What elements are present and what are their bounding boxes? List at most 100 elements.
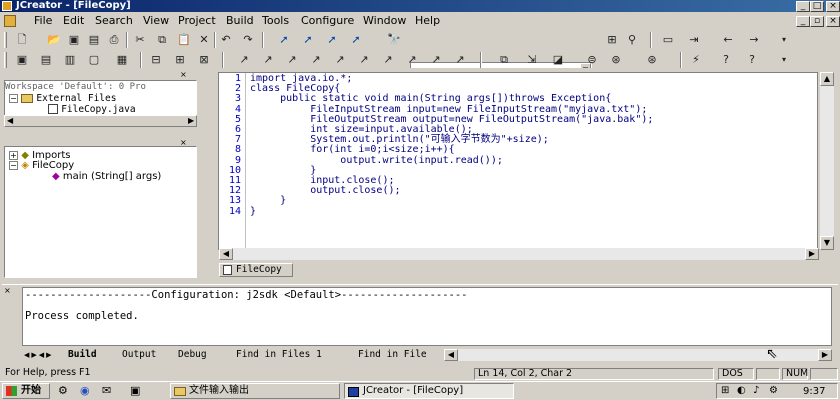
panel-icon[interactable]: ▦	[114, 52, 130, 68]
undo-icon[interactable]: ↶	[218, 32, 234, 48]
window-icon[interactable]: ⧉	[496, 52, 512, 68]
workspace-hscroll[interactable]: ◀ ▶	[4, 115, 197, 127]
panel-close-icon[interactable]: ×	[4, 286, 11, 295]
scroll-up-icon[interactable]: ▲	[820, 72, 834, 86]
scroll-left-icon[interactable]: ◀	[444, 349, 458, 361]
menu-help[interactable]: Help	[415, 14, 440, 28]
menu-tools[interactable]: Tools	[262, 14, 289, 28]
toolbar-options-icon[interactable]: ▾	[776, 32, 792, 48]
delete-icon[interactable]: ✕	[196, 32, 212, 48]
menu-view[interactable]: View	[143, 14, 169, 28]
settings-icon[interactable]: ⊛	[644, 52, 660, 68]
panel-close-icon[interactable]: ×	[180, 70, 187, 79]
workspace-window-icon[interactable]: ▣	[14, 52, 30, 68]
scroll-left-icon[interactable]: ◀	[7, 116, 13, 125]
bookmark-icon[interactable]: ➚	[276, 32, 292, 48]
forward-arrow-icon[interactable]: →	[746, 32, 762, 48]
toolbar-grip[interactable]	[4, 52, 7, 68]
new-file-icon[interactable]: 🗋	[14, 32, 30, 48]
cut-icon[interactable]: ✂	[132, 32, 148, 48]
open-folder-icon[interactable]: 📂	[46, 32, 62, 48]
toolbar-options-icon[interactable]: ▾	[776, 52, 792, 68]
minimize-button[interactable]: _	[796, 1, 810, 12]
menu-configure[interactable]: Configure	[301, 14, 354, 28]
next-bookmark-icon[interactable]: ➚	[300, 32, 316, 48]
expand-icon[interactable]: +	[9, 150, 18, 160]
replace-icon[interactable]: ⚲	[624, 32, 640, 48]
code-line[interactable]: }	[250, 206, 256, 217]
save-all-icon[interactable]: ▤	[86, 32, 102, 48]
menu-project[interactable]: Project	[178, 14, 216, 28]
find-in-files-icon[interactable]: ⊞	[604, 32, 620, 48]
compile-icon[interactable]: ⊟	[148, 52, 164, 68]
tray-icon-1[interactable]: ⊞	[721, 385, 729, 396]
back-arrow-icon[interactable]: ←	[720, 32, 736, 48]
menu-file[interactable]: File	[34, 14, 52, 28]
fold-icon[interactable]: ↗	[356, 52, 372, 68]
editor-hscroll[interactable]: ◀ ▶	[219, 248, 819, 260]
tab-output[interactable]: Output	[122, 349, 156, 361]
tab-filecopy[interactable]: FileCopy	[219, 263, 293, 277]
view-toggle-icon[interactable]: ▭	[660, 32, 676, 48]
output-window-icon[interactable]: ▤	[38, 52, 54, 68]
scroll-right-icon[interactable]: ▶	[818, 349, 832, 361]
volume-icon[interactable]: ♪	[753, 385, 759, 396]
browser-icon[interactable]: ◉	[80, 384, 90, 397]
scroll-left-icon[interactable]: ◀	[219, 248, 233, 260]
execute-icon[interactable]: ⇲	[524, 52, 540, 68]
scroll-right-icon[interactable]: ▶	[805, 248, 819, 260]
step-icon[interactable]: ⊜	[584, 52, 600, 68]
tab-build[interactable]: Build	[68, 349, 97, 361]
unfold-icon[interactable]: ↗	[380, 52, 396, 68]
debug-icon[interactable]: ◪	[550, 52, 566, 68]
collapse-icon[interactable]: −	[9, 93, 18, 103]
uncomment-icon[interactable]: ↗	[308, 52, 324, 68]
paste-icon[interactable]: 📋	[176, 32, 192, 48]
tray-icon-3[interactable]: ⚙	[769, 385, 778, 396]
tree-item-file[interactable]: FileCopy.java	[48, 104, 136, 115]
build-project-icon[interactable]: ⊞	[172, 52, 188, 68]
comment-icon[interactable]: ↗	[284, 52, 300, 68]
close-button[interactable]: ×	[826, 1, 840, 12]
editor-vscroll[interactable]: ▲ ▼	[820, 72, 834, 250]
go-icon[interactable]: ⇥	[686, 32, 702, 48]
help-icon[interactable]: ?	[718, 52, 734, 68]
prev-bookmark-icon[interactable]: ➚	[324, 32, 340, 48]
format-icon[interactable]: ↗	[332, 52, 348, 68]
tag-icon[interactable]: ↗	[404, 52, 420, 68]
taskbar-jcreator-button[interactable]: JCreator - [FileCopy]	[344, 383, 514, 399]
doc-close-button[interactable]: ×	[826, 16, 840, 27]
print-icon[interactable]: ⎙	[106, 32, 122, 48]
desktop-icon[interactable]: ▣	[130, 384, 140, 397]
scroll-right-icon[interactable]: ▶	[188, 116, 194, 125]
classview-window-icon[interactable]: ▥	[62, 52, 78, 68]
redo-icon[interactable]: ↷	[240, 32, 256, 48]
tab-nav-arrows[interactable]: ◀▶◀▶	[24, 349, 64, 361]
toolbar-grip[interactable]	[4, 32, 7, 48]
watch-icon[interactable]: ⊛	[608, 52, 624, 68]
tab-debug[interactable]: Debug	[178, 349, 207, 361]
save-icon[interactable]: ▣	[66, 32, 82, 48]
menu-window[interactable]: Window	[363, 14, 406, 28]
find-icon[interactable]: 🔭	[386, 32, 402, 48]
indent-icon[interactable]: ↗	[236, 52, 252, 68]
menu-edit[interactable]: Edit	[63, 14, 84, 28]
mark-icon[interactable]: ↗	[452, 52, 468, 68]
context-help-icon[interactable]: ?	[744, 52, 760, 68]
menu-build[interactable]: Build	[226, 14, 254, 28]
fullscreen-icon[interactable]: ▢	[86, 52, 102, 68]
clear-bookmarks-icon[interactable]: ➚	[348, 32, 364, 48]
quicklaunch-icon[interactable]: ⚙	[58, 384, 68, 397]
copy-icon[interactable]: ⧉	[154, 32, 170, 48]
rebuild-icon[interactable]: ⊠	[196, 52, 212, 68]
tree-item-external-files[interactable]: − External Files	[9, 93, 116, 104]
outdent-icon[interactable]: ↗	[260, 52, 276, 68]
outlook-icon[interactable]: ✉	[102, 384, 111, 397]
doc-minimize-button[interactable]: _	[796, 16, 810, 27]
taskbar-folder-button[interactable]: 文件输入输出	[170, 383, 340, 399]
tray-icon-2[interactable]: ◐	[737, 385, 746, 396]
tree-item-class[interactable]: − ◈ FileCopy	[9, 160, 74, 171]
maximize-button[interactable]: □	[810, 1, 824, 12]
tree-item-method[interactable]: ◆ main (String[] args)	[52, 171, 161, 182]
lightning-icon[interactable]: ⚡	[688, 52, 704, 68]
